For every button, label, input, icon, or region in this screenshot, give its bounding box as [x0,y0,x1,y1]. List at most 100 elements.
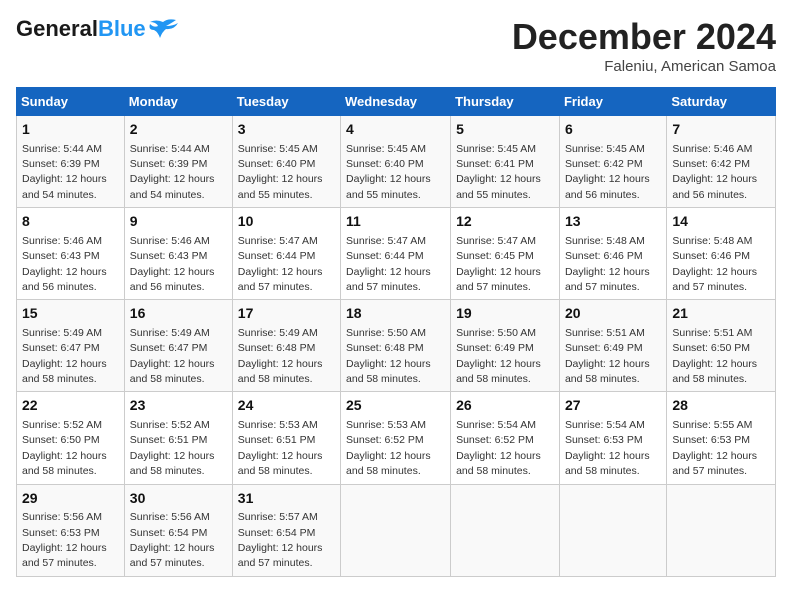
day-info: Sunrise: 5:44 AMSunset: 6:39 PMDaylight:… [22,143,107,201]
weekday-header: Thursday [451,88,560,116]
weekday-header: Monday [124,88,232,116]
day-number: 29 [22,489,119,509]
day-number: 26 [456,396,554,416]
calendar-day-cell: 2 Sunrise: 5:44 AMSunset: 6:39 PMDaylight… [124,116,232,208]
day-number: 19 [456,304,554,324]
day-info: Sunrise: 5:45 AMSunset: 6:40 PMDaylight:… [238,143,323,201]
day-info: Sunrise: 5:50 AMSunset: 6:48 PMDaylight:… [346,327,431,385]
day-info: Sunrise: 5:56 AMSunset: 6:53 PMDaylight:… [22,511,107,569]
calendar-day-cell: 23 Sunrise: 5:52 AMSunset: 6:51 PMDayligh… [124,392,232,484]
calendar-day-cell: 8 Sunrise: 5:46 AMSunset: 6:43 PMDaylight… [17,208,125,300]
day-number: 21 [672,304,770,324]
calendar-day-cell [559,484,666,576]
day-info: Sunrise: 5:47 AMSunset: 6:44 PMDaylight:… [238,235,323,293]
calendar-day-cell: 7 Sunrise: 5:46 AMSunset: 6:42 PMDaylight… [667,116,776,208]
day-number: 22 [22,396,119,416]
weekday-header: Friday [559,88,666,116]
day-number: 17 [238,304,335,324]
calendar-day-cell: 25 Sunrise: 5:53 AMSunset: 6:52 PMDayligh… [341,392,451,484]
calendar-day-cell: 31Sunrise: 5:57 AMSunset: 6:54 PMDayligh… [232,484,340,576]
day-info: Sunrise: 5:52 AMSunset: 6:50 PMDaylight:… [22,419,107,477]
day-info: Sunrise: 5:45 AMSunset: 6:40 PMDaylight:… [346,143,431,201]
logo-text: GeneralBlue [16,16,146,42]
day-info: Sunrise: 5:54 AMSunset: 6:53 PMDaylight:… [565,419,650,477]
day-info: Sunrise: 5:51 AMSunset: 6:50 PMDaylight:… [672,327,757,385]
weekday-header: Sunday [17,88,125,116]
day-info: Sunrise: 5:49 AMSunset: 6:47 PMDaylight:… [22,327,107,385]
day-number: 14 [672,212,770,232]
calendar-day-cell: 6 Sunrise: 5:45 AMSunset: 6:42 PMDaylight… [559,116,666,208]
day-number: 18 [346,304,445,324]
day-number: 23 [130,396,227,416]
day-number: 16 [130,304,227,324]
day-number: 31 [238,489,335,509]
calendar-day-cell: 11Sunrise: 5:47 AMSunset: 6:44 PMDayligh… [341,208,451,300]
location-subtitle: Faleniu, American Samoa [512,58,776,75]
calendar-week-row: 22 Sunrise: 5:52 AMSunset: 6:50 PMDayligh… [17,392,776,484]
day-info: Sunrise: 5:45 AMSunset: 6:41 PMDaylight:… [456,143,541,201]
weekday-header: Tuesday [232,88,340,116]
day-info: Sunrise: 5:45 AMSunset: 6:42 PMDaylight:… [565,143,650,201]
day-number: 25 [346,396,445,416]
day-number: 7 [672,120,770,140]
day-number: 10 [238,212,335,232]
calendar-day-cell: 30Sunrise: 5:56 AMSunset: 6:54 PMDayligh… [124,484,232,576]
day-info: Sunrise: 5:56 AMSunset: 6:54 PMDaylight:… [130,511,215,569]
calendar-week-row: 8 Sunrise: 5:46 AMSunset: 6:43 PMDaylight… [17,208,776,300]
calendar-week-row: 15 Sunrise: 5:49 AMSunset: 6:47 PMDayligh… [17,300,776,392]
day-info: Sunrise: 5:51 AMSunset: 6:49 PMDaylight:… [565,327,650,385]
day-info: Sunrise: 5:50 AMSunset: 6:49 PMDaylight:… [456,327,541,385]
calendar-day-cell: 12 Sunrise: 5:47 AMSunset: 6:45 PMDayligh… [451,208,560,300]
calendar-day-cell: 1 Sunrise: 5:44 AMSunset: 6:39 PMDaylight… [17,116,125,208]
calendar-day-cell: 16Sunrise: 5:49 AMSunset: 6:47 PMDayligh… [124,300,232,392]
calendar-day-cell [341,484,451,576]
calendar-day-cell: 14 Sunrise: 5:48 AMSunset: 6:46 PMDayligh… [667,208,776,300]
calendar-day-cell: 3Sunrise: 5:45 AMSunset: 6:40 PMDaylight… [232,116,340,208]
weekday-header: Saturday [667,88,776,116]
day-info: Sunrise: 5:53 AMSunset: 6:52 PMDaylight:… [346,419,431,477]
calendar-day-cell: 28Sunrise: 5:55 AMSunset: 6:53 PMDayligh… [667,392,776,484]
day-info: Sunrise: 5:46 AMSunset: 6:43 PMDaylight:… [22,235,107,293]
day-number: 24 [238,396,335,416]
calendar-day-cell: 4Sunrise: 5:45 AMSunset: 6:40 PMDaylight… [341,116,451,208]
day-info: Sunrise: 5:54 AMSunset: 6:52 PMDaylight:… [456,419,541,477]
day-number: 12 [456,212,554,232]
day-info: Sunrise: 5:47 AMSunset: 6:45 PMDaylight:… [456,235,541,293]
day-number: 13 [565,212,661,232]
day-info: Sunrise: 5:44 AMSunset: 6:39 PMDaylight:… [130,143,215,201]
day-number: 9 [130,212,227,232]
calendar-week-row: 1 Sunrise: 5:44 AMSunset: 6:39 PMDaylight… [17,116,776,208]
day-info: Sunrise: 5:46 AMSunset: 6:43 PMDaylight:… [130,235,215,293]
day-number: 5 [456,120,554,140]
calendar-week-row: 29Sunrise: 5:56 AMSunset: 6:53 PMDayligh… [17,484,776,576]
calendar-day-cell: 13 Sunrise: 5:48 AMSunset: 6:46 PMDayligh… [559,208,666,300]
logo-bird-icon [148,18,178,40]
day-info: Sunrise: 5:57 AMSunset: 6:54 PMDaylight:… [238,511,323,569]
title-area: December 2024 Faleniu, American Samoa [512,16,776,75]
day-info: Sunrise: 5:49 AMSunset: 6:48 PMDaylight:… [238,327,323,385]
page-header: GeneralBlue December 2024 Faleniu, Ameri… [16,16,776,75]
day-info: Sunrise: 5:55 AMSunset: 6:53 PMDaylight:… [672,419,757,477]
calendar-day-cell [667,484,776,576]
calendar-day-cell: 19 Sunrise: 5:50 AMSunset: 6:49 PMDayligh… [451,300,560,392]
day-info: Sunrise: 5:48 AMSunset: 6:46 PMDaylight:… [672,235,757,293]
calendar-day-cell: 21 Sunrise: 5:51 AMSunset: 6:50 PMDayligh… [667,300,776,392]
day-info: Sunrise: 5:52 AMSunset: 6:51 PMDaylight:… [130,419,215,477]
day-number: 8 [22,212,119,232]
calendar-day-cell: 20Sunrise: 5:51 AMSunset: 6:49 PMDayligh… [559,300,666,392]
day-info: Sunrise: 5:47 AMSunset: 6:44 PMDaylight:… [346,235,431,293]
header-row: SundayMondayTuesdayWednesdayThursdayFrid… [17,88,776,116]
day-number: 2 [130,120,227,140]
day-info: Sunrise: 5:48 AMSunset: 6:46 PMDaylight:… [565,235,650,293]
calendar-day-cell: 27Sunrise: 5:54 AMSunset: 6:53 PMDayligh… [559,392,666,484]
calendar-table: SundayMondayTuesdayWednesdayThursdayFrid… [16,87,776,577]
calendar-day-cell: 18 Sunrise: 5:50 AMSunset: 6:48 PMDayligh… [341,300,451,392]
calendar-day-cell: 17 Sunrise: 5:49 AMSunset: 6:48 PMDayligh… [232,300,340,392]
month-title: December 2024 [512,16,776,58]
day-info: Sunrise: 5:46 AMSunset: 6:42 PMDaylight:… [672,143,757,201]
calendar-day-cell: 29Sunrise: 5:56 AMSunset: 6:53 PMDayligh… [17,484,125,576]
day-number: 1 [22,120,119,140]
day-number: 6 [565,120,661,140]
calendar-day-cell [451,484,560,576]
day-number: 15 [22,304,119,324]
